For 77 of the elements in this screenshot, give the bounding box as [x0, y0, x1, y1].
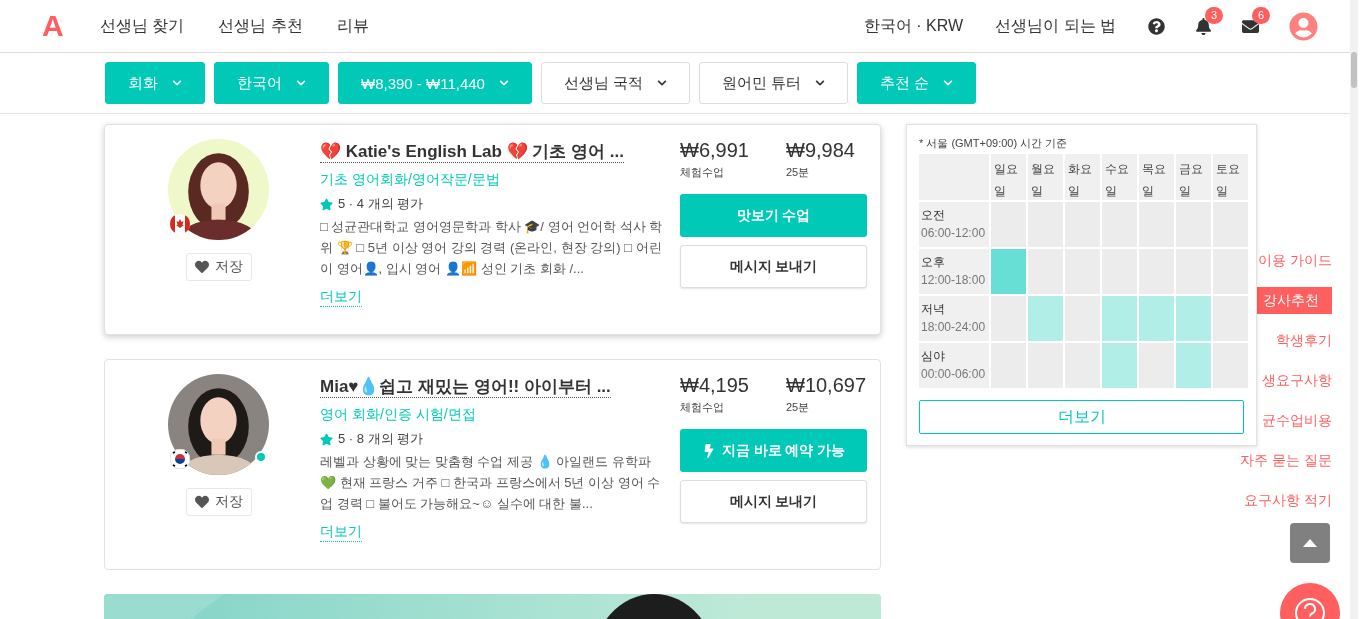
tutor-description: 레벨과 상황에 맞는 맞춤형 수업 제공 💧 아일랜드 유학파 💚 현재 프랑스 거주 □ 한국과 프랑스에서 5년 이상 영어 수업 경력 □ 불어도 가능해요~☺ 실수에 대한 불... — [320, 453, 662, 513]
nav-link[interactable]: 선생님 추천 — [218, 15, 303, 37]
lesson-price: ₩9,984 — [786, 139, 856, 162]
slot-name: 저녁 — [921, 301, 946, 318]
slot-hours: 06:00-12:00 — [921, 226, 987, 240]
slot-hours: 18:00-24:00 — [921, 320, 987, 334]
price-label: 체험수업 — [680, 400, 725, 415]
message-button[interactable]: 메시지 보내기 — [680, 245, 867, 288]
side-menu-item[interactable]: 자주 묻는 질문 — [1227, 447, 1332, 474]
chevron-icon — [815, 78, 826, 88]
trial-price: ₩6,991 — [680, 139, 750, 162]
instant-booking-button[interactable]: 지금 바로 예약 가능 — [680, 429, 867, 472]
more-button[interactable]: 더보기 — [919, 400, 1244, 434]
day-header: 일요일 — [991, 154, 1026, 200]
tutor-subjects[interactable]: 기초 영어회화/영어작문/문법 — [320, 171, 500, 189]
filter-dropdown[interactable]: 원어민 튜터 — [699, 62, 849, 104]
tutor-subjects[interactable]: 영어 회화/인증 시험/면접 — [320, 406, 476, 424]
scrollbar-thumb[interactable] — [1351, 52, 1357, 88]
canada-flag-icon — [170, 214, 190, 234]
day-header: 금요일 — [1176, 154, 1211, 200]
filter-dropdown[interactable]: ₩8,390 - ₩11,440 — [338, 62, 532, 104]
message-badge: 6 — [1252, 6, 1270, 24]
chevron-icon — [296, 78, 306, 88]
become-teacher-link[interactable]: 선생님이 되는 법 — [995, 15, 1116, 37]
more-link[interactable]: 더보기 — [320, 523, 362, 542]
side-menu-item[interactable]: 요구사항 적기 — [1231, 487, 1332, 514]
filter-dropdown[interactable]: 선생님 국적 — [540, 62, 691, 104]
heart-icon — [194, 260, 209, 274]
trial-lesson-button[interactable]: 맛보기 수업 — [680, 194, 867, 237]
rating-text: 5 · 8 개의 평가 — [338, 430, 424, 448]
nav-link[interactable]: 리뷰 — [336, 15, 369, 37]
more-link[interactable]: 더보기 — [320, 288, 362, 307]
filter-dropdown[interactable]: 한국어 — [214, 62, 329, 104]
star-icon — [320, 197, 333, 211]
save-button[interactable]: 저장 — [185, 488, 252, 516]
tutor-description: □ 성균관대학교 영어영문학과 학사 🎓/ 영어 언어학 석사 학위 🏆 □ 5년 이상 영어 강의 경력 (온라인, 현장 강의) □ 어린이 영어👤, 입시 영어 👤📶 성인 기초 회화 /... — [320, 218, 664, 278]
bell-icon[interactable] — [1195, 17, 1212, 35]
scroll-top-button[interactable] — [1290, 523, 1330, 563]
mail-icon[interactable] — [1242, 17, 1259, 35]
day-header: 목요일 — [1139, 154, 1174, 200]
day-header: 수요일 — [1102, 154, 1137, 200]
chevron-icon — [172, 78, 182, 88]
day-header: 월요일 — [1028, 154, 1063, 200]
avatar-icon[interactable] — [1289, 11, 1318, 41]
save-button[interactable]: 저장 — [185, 253, 252, 281]
logo[interactable]: A — [42, 9, 100, 43]
korea-flag-icon — [170, 449, 190, 469]
tutor-title[interactable]: 💔 Katie's English Lab 💔 기초 영어 ... — [320, 141, 624, 163]
nav-link[interactable]: 선생님 찾기 — [100, 15, 185, 37]
chevron-icon — [657, 78, 668, 88]
timezone-note: * 서울 (GMT+09:00) 시간 기준 — [919, 136, 1069, 151]
help-icon[interactable] — [1148, 17, 1165, 35]
day-header: 화요일 — [1065, 154, 1100, 200]
heart-icon — [194, 495, 209, 509]
side-menu-item[interactable]: 학생후기 — [1263, 327, 1332, 354]
slot-hours: 12:00-18:00 — [921, 273, 987, 287]
trial-price: ₩4,195 — [680, 374, 750, 397]
tutor-title[interactable]: Mia♥💧쉽고 재밌는 영어!! 아이부터 ... — [320, 376, 611, 398]
star-icon — [320, 432, 333, 446]
price-label: 체험수업 — [680, 165, 725, 180]
day-header: 토요일 — [1213, 154, 1248, 200]
message-button[interactable]: 메시지 보내기 — [680, 480, 867, 523]
language-currency-link[interactable]: 한국어 · KRW — [863, 15, 964, 37]
slot-name: 심야 — [921, 348, 946, 365]
notification-badge: 3 — [1205, 6, 1223, 24]
filter-dropdown[interactable]: 회화 — [105, 62, 205, 104]
chevron-icon — [498, 78, 509, 88]
price-label: 25분 — [786, 165, 811, 180]
slot-hours: 00:00-06:00 — [921, 367, 987, 381]
slot-name: 오전 — [921, 207, 946, 224]
caret-icon — [1303, 539, 1317, 547]
price-label: 25분 — [786, 400, 811, 415]
lesson-price: ₩10,697 — [786, 374, 867, 397]
filter-dropdown[interactable]: 추천 순 — [857, 62, 977, 104]
chevron-icon — [943, 78, 954, 88]
slot-name: 오후 — [921, 254, 946, 271]
rating-text: 5 · 4 개의 평가 — [338, 195, 424, 213]
